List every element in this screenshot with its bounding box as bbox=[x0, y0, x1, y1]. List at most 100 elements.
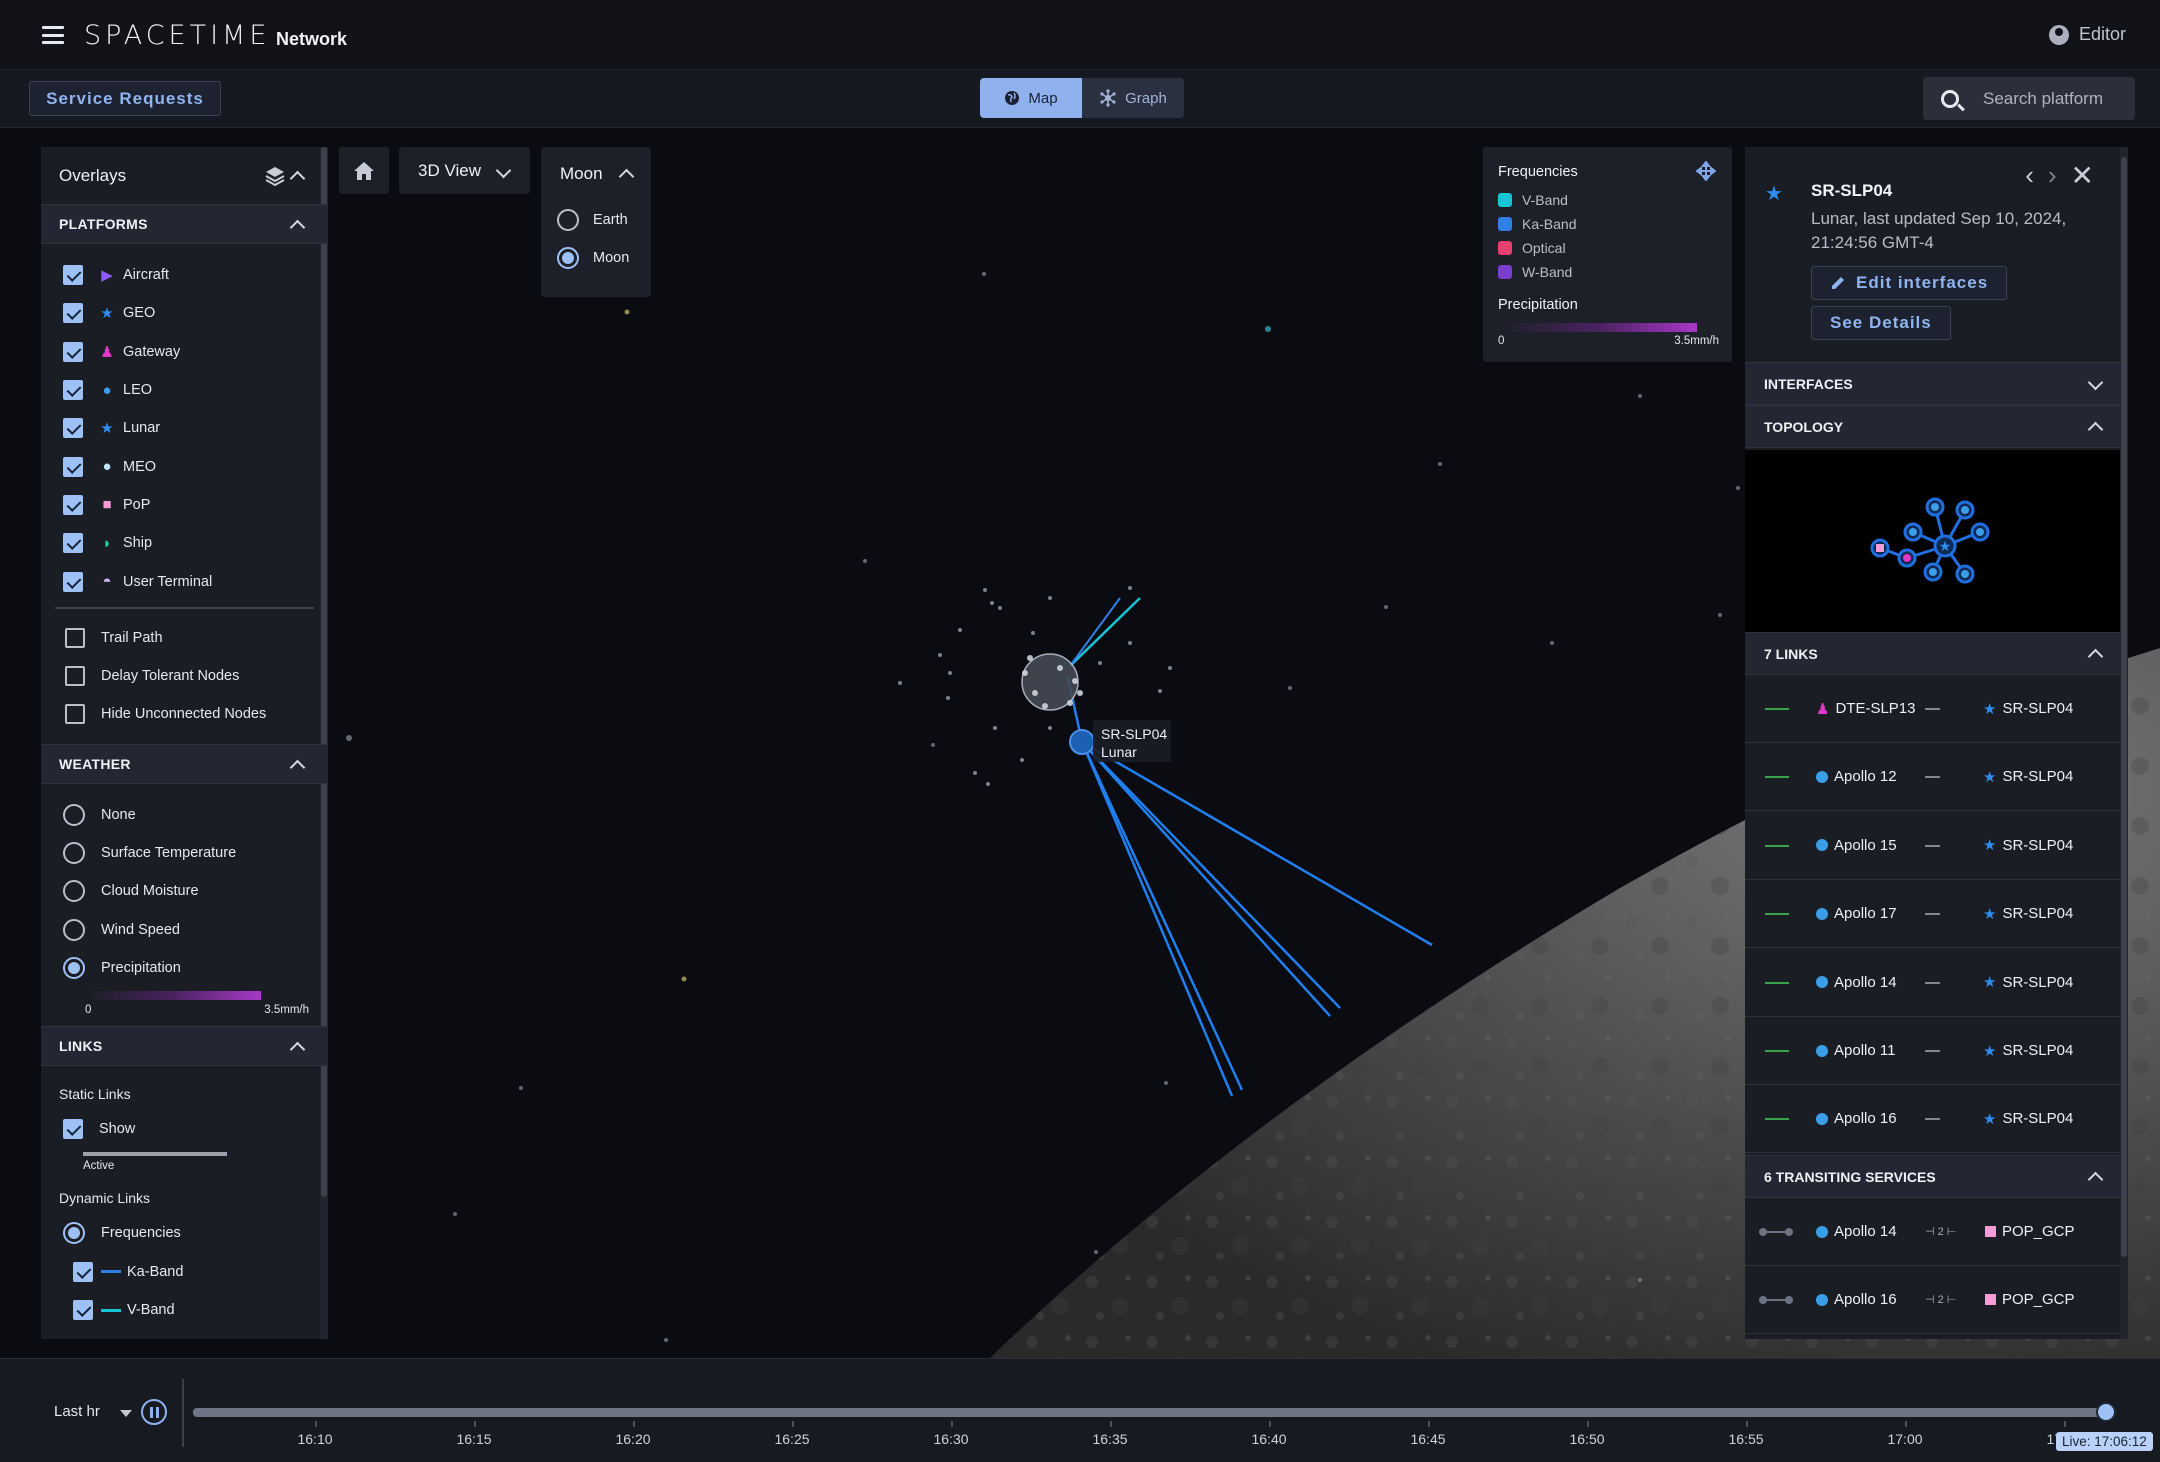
platform-checkbox[interactable] bbox=[63, 456, 83, 477]
layers-icon[interactable] bbox=[264, 165, 286, 187]
links-section-header[interactable]: 7 LINKS bbox=[1745, 632, 2120, 675]
link-row[interactable]: Apollo 15 — ★ SR-SLP04 bbox=[1745, 812, 2120, 880]
weather-radio[interactable] bbox=[63, 880, 85, 903]
service-row[interactable]: Apollo 16 ⊣ 2 ⊢ POP_GCP bbox=[1745, 1266, 2120, 1334]
link-row[interactable]: Apollo 12 — ★ SR-SLP04 bbox=[1745, 743, 2120, 812]
show-checkbox[interactable] bbox=[63, 1119, 83, 1140]
platform-item-ship[interactable]: ◗ Ship bbox=[41, 524, 328, 562]
platform-checkbox[interactable] bbox=[63, 341, 83, 362]
service-target: POP_GCP bbox=[1985, 1223, 2075, 1240]
menu-icon[interactable] bbox=[42, 26, 64, 44]
platform-item-aircraft[interactable]: ▶ Aircraft bbox=[41, 256, 328, 294]
link-row[interactable]: Apollo 17 — ★ SR-SLP04 bbox=[1745, 880, 2120, 949]
interfaces-section-header[interactable]: INTERFACES bbox=[1745, 362, 2120, 405]
weather-option-none[interactable]: None bbox=[41, 796, 328, 834]
timeline-scrubber[interactable] bbox=[2096, 1402, 2116, 1422]
weather-option-precipitation[interactable]: Precipitation bbox=[41, 949, 328, 987]
next-icon[interactable]: › bbox=[2048, 160, 2057, 191]
platform-item-user-terminal[interactable]: ◓ User Terminal bbox=[41, 562, 328, 600]
platform-search[interactable] bbox=[1923, 77, 2135, 120]
platform-checkbox[interactable] bbox=[63, 303, 83, 324]
link-source-name: Apollo 14 bbox=[1834, 973, 1897, 991]
platform-checkbox[interactable] bbox=[63, 571, 83, 592]
time-range-select[interactable]: Last hr bbox=[54, 1403, 100, 1420]
platform-item-geo[interactable]: ★ GEO bbox=[41, 294, 328, 332]
body-option-moon[interactable]: Moon bbox=[557, 247, 629, 269]
platform-checkbox[interactable] bbox=[63, 494, 83, 515]
platform-checkbox[interactable] bbox=[63, 265, 83, 286]
topology-section-header[interactable]: TOPOLOGY bbox=[1745, 405, 2120, 448]
band-v-band[interactable]: V-Band bbox=[41, 1291, 328, 1329]
link-target: ★ SR-SLP04 bbox=[1983, 973, 2073, 992]
edit-interfaces-button[interactable]: Edit interfaces bbox=[1811, 266, 2008, 300]
weather-option-surface-temperature[interactable]: Surface Temperature bbox=[41, 834, 328, 872]
option-checkbox[interactable] bbox=[65, 627, 85, 648]
platform-checkbox[interactable] bbox=[63, 380, 83, 401]
frequencies-radio[interactable] bbox=[63, 1222, 85, 1245]
platform-checkbox[interactable] bbox=[63, 533, 83, 554]
platform-item-meo[interactable]: ● MEO bbox=[41, 447, 328, 485]
body-option-earth[interactable]: Earth bbox=[557, 209, 628, 231]
user-menu[interactable]: Editor bbox=[2048, 24, 2126, 45]
platform-item-leo[interactable]: ● LEO bbox=[41, 371, 328, 409]
frequencies-option[interactable]: Frequencies bbox=[41, 1214, 328, 1252]
previous-icon[interactable]: ‹ bbox=[2025, 160, 2034, 191]
pause-icon[interactable] bbox=[141, 1399, 167, 1425]
platform-item-lunar[interactable]: ★ Lunar bbox=[41, 409, 328, 447]
map-view-button[interactable]: Map bbox=[980, 78, 1082, 118]
chevron-up-icon[interactable] bbox=[290, 1040, 304, 1054]
chevron-up-icon[interactable] bbox=[2088, 420, 2102, 434]
option-checkbox[interactable] bbox=[65, 666, 85, 687]
weather-option-cloud-moisture[interactable]: Cloud Moisture bbox=[41, 872, 328, 910]
show-static-links[interactable]: Show bbox=[41, 1110, 328, 1148]
option-hide-unconnected-nodes[interactable]: Hide Unconnected Nodes bbox=[41, 695, 328, 733]
option-trail-path[interactable]: Trail Path bbox=[41, 619, 328, 657]
band-ka-band[interactable]: Ka-Band bbox=[41, 1253, 328, 1291]
chevron-up-icon[interactable] bbox=[290, 218, 304, 232]
option-checkbox[interactable] bbox=[65, 704, 85, 725]
selected-node[interactable] bbox=[1069, 729, 1095, 755]
view-mode-dropdown[interactable]: 3D View bbox=[399, 147, 530, 194]
link-row[interactable]: Apollo 11 — ★ SR-SLP04 bbox=[1745, 1017, 2120, 1085]
detail-scrollbar[interactable] bbox=[2120, 147, 2128, 1339]
earth-radio[interactable] bbox=[557, 209, 579, 231]
weather-radio[interactable] bbox=[63, 842, 85, 864]
service-requests-button[interactable]: Service Requests bbox=[29, 81, 221, 116]
platform-checkbox[interactable] bbox=[63, 418, 83, 439]
weather-radio[interactable] bbox=[63, 803, 85, 826]
weather-option-wind-speed[interactable]: Wind Speed bbox=[41, 910, 328, 948]
weather-section-header[interactable]: WEATHER bbox=[41, 743, 328, 784]
service-row[interactable]: Apollo 14 ⊣ 2 ⊢ POP_GCP bbox=[1745, 1198, 2120, 1266]
link-row[interactable]: ♟ DTE-SLP13 — ★ SR-SLP04 bbox=[1745, 675, 2120, 743]
close-icon[interactable]: ✕ bbox=[2071, 159, 2094, 192]
band-checkbox[interactable] bbox=[73, 1261, 93, 1282]
collapse-overlays-icon[interactable] bbox=[290, 169, 304, 183]
chevron-up-icon[interactable] bbox=[2088, 1170, 2102, 1184]
caret-down-icon[interactable] bbox=[120, 1410, 132, 1417]
topology-graph[interactable]: ★ bbox=[1745, 450, 2120, 632]
chevron-down-icon[interactable] bbox=[2088, 377, 2102, 391]
services-section-header[interactable]: 6 TRANSITING SERVICES bbox=[1745, 1155, 2120, 1198]
timeline-track[interactable] bbox=[193, 1408, 2107, 1417]
chevron-up-icon[interactable] bbox=[2088, 647, 2102, 661]
see-details-button[interactable]: See Details bbox=[1811, 306, 1951, 340]
option-delay-tolerant-nodes[interactable]: Delay Tolerant Nodes bbox=[41, 657, 328, 695]
band-checkbox[interactable] bbox=[73, 1300, 93, 1321]
graph-view-button[interactable]: Graph bbox=[1082, 78, 1184, 118]
link-row[interactable]: Apollo 16 — ★ SR-SLP04 bbox=[1745, 1085, 2120, 1154]
platform-item-gateway[interactable]: ♟ Gateway bbox=[41, 333, 328, 371]
collapse-body-panel-icon[interactable] bbox=[619, 167, 633, 181]
links-section-header[interactable]: LINKS bbox=[41, 1026, 328, 1067]
link-row[interactable]: Apollo 14 — ★ SR-SLP04 bbox=[1745, 949, 2120, 1017]
home-button[interactable] bbox=[339, 147, 389, 194]
moon-radio[interactable] bbox=[557, 247, 579, 269]
chevron-up-icon[interactable] bbox=[290, 758, 304, 772]
overlays-header[interactable]: Overlays bbox=[41, 147, 328, 204]
precipitation-scale bbox=[85, 991, 261, 1001]
move-icon[interactable] bbox=[1696, 161, 1716, 181]
platforms-section-header[interactable]: PLATFORMS bbox=[41, 204, 328, 244]
weather-radio[interactable] bbox=[63, 956, 85, 979]
platform-item-pop[interactable]: ■ PoP bbox=[41, 486, 328, 524]
weather-radio[interactable] bbox=[63, 918, 85, 941]
search-input[interactable] bbox=[1983, 88, 2123, 109]
